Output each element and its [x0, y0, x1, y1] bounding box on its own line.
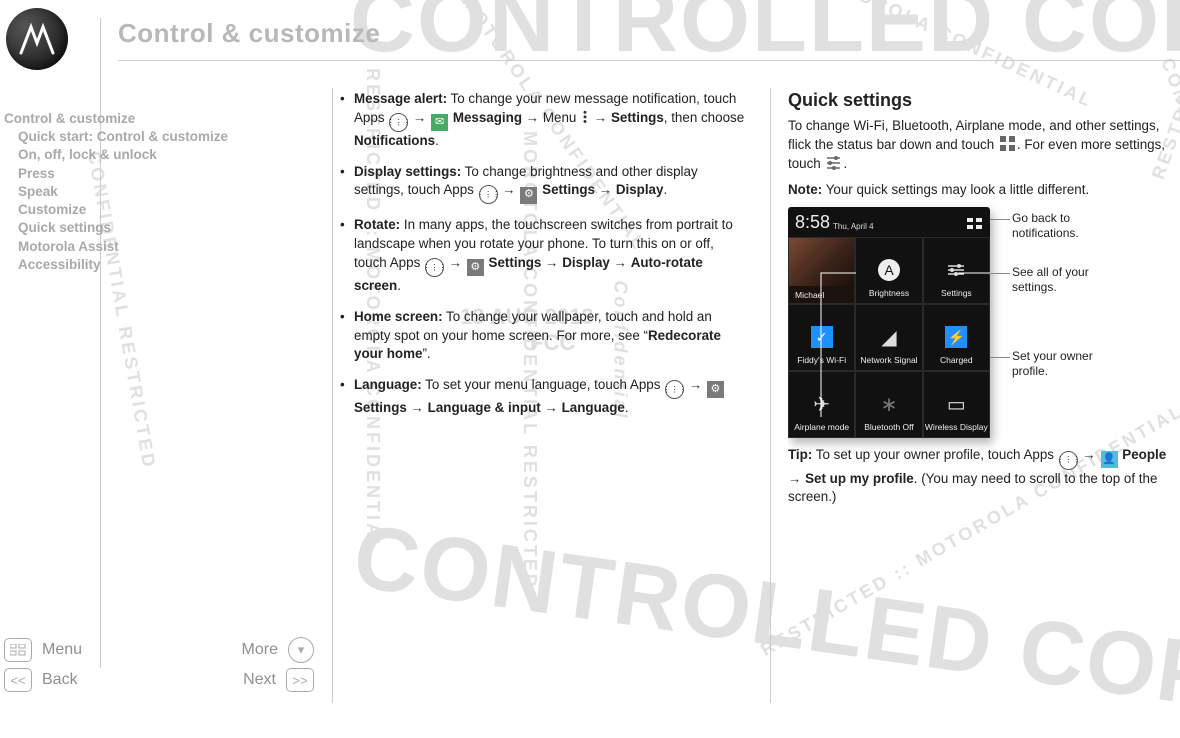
- nav-item[interactable]: Press: [18, 165, 324, 183]
- callout: See all of your settings.: [1012, 265, 1132, 294]
- list-item: Language: To set your menu language, tou…: [340, 376, 750, 418]
- quicksettings-icon: [999, 135, 1016, 152]
- tile-settings: Settings: [923, 237, 990, 304]
- messaging-icon: ✉: [431, 114, 448, 131]
- back-label[interactable]: Back: [42, 671, 78, 689]
- apps-icon: ⋮⋮⋮: [665, 380, 684, 399]
- callout-leader: [990, 219, 1010, 220]
- nav-item[interactable]: Speak: [18, 183, 324, 201]
- callout: Set your owner profile.: [1012, 349, 1132, 378]
- toc-nav: Control & customize Quick start: Control…: [4, 110, 324, 274]
- more-icon[interactable]: ▾: [288, 637, 314, 663]
- apps-icon: ⋮⋮⋮: [479, 185, 498, 204]
- settings-sliders-icon: [825, 154, 842, 171]
- callout: Go back to notifications.: [1012, 211, 1132, 240]
- next-icon[interactable]: >>: [286, 668, 314, 692]
- apps-icon: ⋮⋮⋮: [389, 113, 408, 132]
- section-heading: Quick settings: [788, 90, 1178, 111]
- bottom-nav: Menu More ▾ << Back Next >>: [4, 635, 314, 695]
- tile-airplane: ✈Airplane mode: [788, 371, 855, 438]
- status-time: 8:58: [795, 212, 830, 233]
- tile-brightness: ABrightness: [855, 237, 922, 304]
- callout-leader: [990, 273, 1010, 274]
- menu-icon[interactable]: [4, 638, 32, 662]
- tile-battery: ⚡Charged: [923, 304, 990, 371]
- column-divider: [332, 88, 333, 703]
- apps-icon: ⋮⋮⋮: [425, 258, 444, 277]
- content-column-right: Quick settings To change Wi-Fi, Bluetoot…: [788, 90, 1178, 703]
- tile-wireless-display: ▭Wireless Display: [923, 371, 990, 438]
- paragraph: To change Wi-Fi, Bluetooth, Airplane mod…: [788, 117, 1178, 173]
- status-date: Thu, April 4: [833, 222, 873, 233]
- overflow-menu-icon: [583, 110, 587, 124]
- tile-bluetooth: ∗Bluetooth Off: [855, 371, 922, 438]
- tile-wifi: ✓Fiddy's Wi-Fi: [788, 304, 855, 371]
- next-label[interactable]: Next: [243, 671, 276, 689]
- content-column-left: Message alert: To change your new messag…: [340, 90, 750, 703]
- nav-top[interactable]: Control & customize: [4, 110, 324, 128]
- page-title: Control & customize: [118, 18, 380, 49]
- quick-settings-screenshot: 8:58 Thu, April 4 Michael ABrightness Se…: [788, 207, 990, 438]
- tile-owner: Michael: [788, 237, 855, 304]
- list-item: Rotate: In many apps, the touchscreen sw…: [340, 216, 750, 295]
- nav-item[interactable]: Motorola Assist: [18, 238, 324, 256]
- back-icon[interactable]: <<: [4, 668, 32, 692]
- list-item: Message alert: To change your new messag…: [340, 90, 750, 151]
- tile-signal: ◢Network Signal: [855, 304, 922, 371]
- settings-icon: ⚙: [467, 259, 484, 276]
- callout-leader: [990, 357, 1010, 358]
- header-divider: [118, 60, 1180, 61]
- people-icon: 👤: [1101, 451, 1118, 468]
- settings-icon: ⚙: [707, 381, 724, 398]
- menu-label[interactable]: Menu: [42, 641, 82, 659]
- column-divider: [770, 88, 771, 703]
- nav-item[interactable]: Quick settings: [18, 219, 324, 237]
- tip: Tip: To set up your owner profile, touch…: [788, 446, 1178, 506]
- note: Note: Your quick settings may look a lit…: [788, 181, 1178, 199]
- nav-item[interactable]: Accessibility: [18, 256, 324, 274]
- apps-icon: ⋮⋮⋮: [1059, 451, 1078, 470]
- nav-item[interactable]: On, off, lock & unlock: [18, 146, 324, 164]
- nav-item[interactable]: Quick start: Control & customize: [18, 128, 324, 146]
- nav-item[interactable]: Customize: [18, 201, 324, 219]
- moto-logo-icon: [6, 8, 68, 70]
- list-item: Display settings: To change brightness a…: [340, 163, 750, 205]
- settings-icon: ⚙: [520, 187, 537, 204]
- quicksettings-toggle-icon: [967, 218, 983, 233]
- list-item: Home screen: To change your wallpaper, t…: [340, 308, 750, 364]
- more-label[interactable]: More: [242, 641, 278, 659]
